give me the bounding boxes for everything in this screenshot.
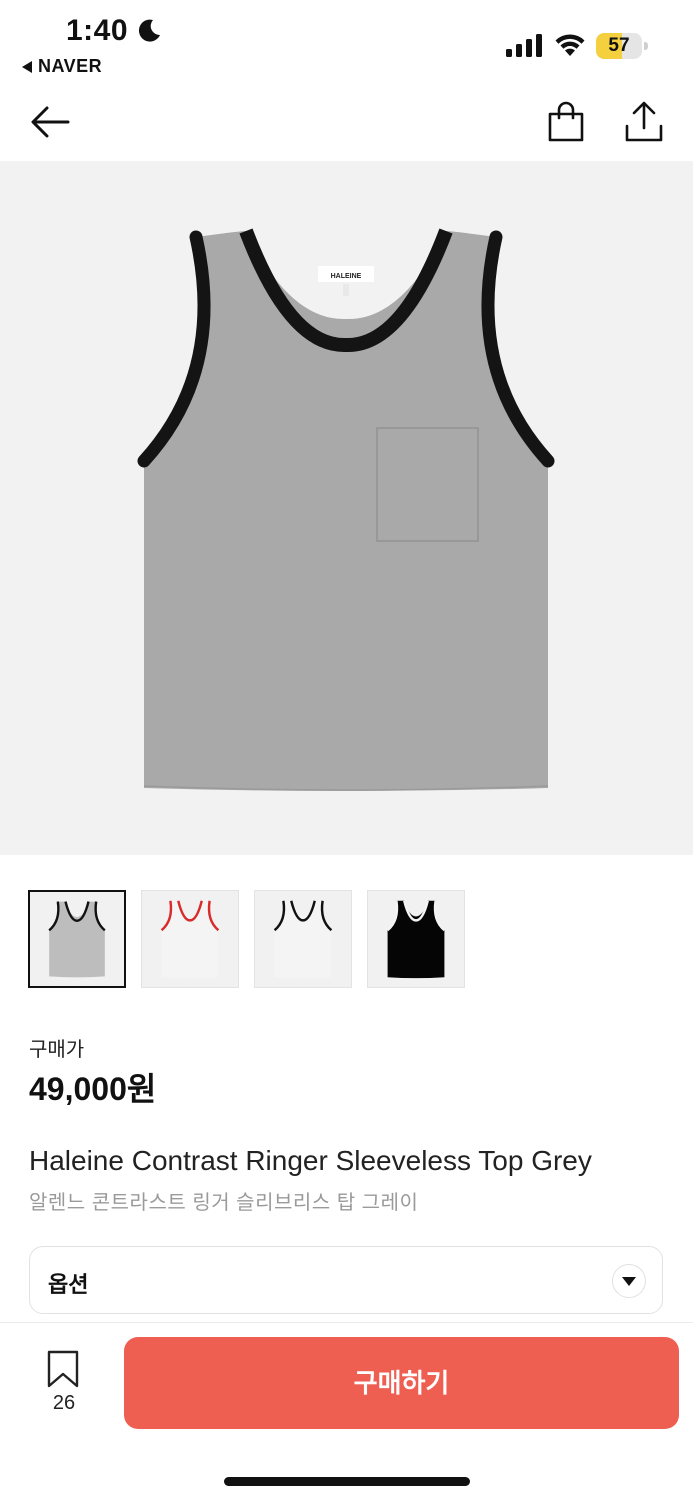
product-image[interactable]: HALEINE [0, 161, 693, 855]
price-value: 49,000원 [29, 1071, 157, 1107]
buy-button[interactable]: 구매하기 [124, 1337, 679, 1429]
product-title: Haleine Contrast Ringer Sleeveless Top G… [29, 1145, 592, 1176]
battery-percent: 57 [608, 35, 630, 56]
product-subtitle: 알렌느 콘트라스트 링거 슬리브리스 탑 그레이 [29, 1192, 419, 1214]
home-indicator [224, 1477, 470, 1486]
back-to-app-link[interactable]: NAVER [22, 56, 102, 77]
thumbnail-white-black[interactable] [254, 890, 352, 988]
status-bar: 1:40 NAVER 57 [0, 0, 693, 84]
price-label: 구매가 [29, 1039, 85, 1061]
back-app-label: NAVER [38, 56, 103, 76]
thumbnail-image [386, 900, 446, 979]
option-label: 옵션 [48, 1272, 89, 1297]
battery-body: 57 [596, 33, 642, 59]
cellular-signal-icon [506, 34, 542, 57]
thumbnail-grey[interactable] [28, 890, 126, 988]
option-select[interactable]: 옵션 [29, 1246, 663, 1314]
bookmark-button[interactable]: 26 [36, 1350, 92, 1416]
battery-cap [644, 42, 648, 50]
bookmark-icon [47, 1350, 79, 1388]
chevron-down-icon[interactable] [612, 1264, 646, 1298]
thumbnail-black[interactable] [367, 890, 465, 988]
battery-indicator: 57 [596, 33, 648, 59]
share-icon[interactable] [622, 100, 666, 144]
thumbnail-image [160, 900, 220, 979]
status-time: 1:40 [66, 14, 129, 47]
product-detail-page: 1:40 NAVER 57 HALEINE 구매가 49,000원 Halein… [0, 0, 693, 1500]
tank-top-illustration: HALEINE [137, 228, 555, 791]
moon-icon [138, 19, 160, 42]
arrow-left-icon[interactable] [28, 100, 72, 144]
thumbnail-image [273, 900, 333, 979]
thumbnail-image [48, 901, 106, 978]
back-triangle-icon [22, 60, 32, 73]
shopping-bag-icon[interactable] [544, 100, 588, 144]
bookmark-count: 26 [52, 1392, 76, 1414]
thumbnail-white-red[interactable] [141, 890, 239, 988]
color-thumbnails [28, 890, 465, 988]
bottom-action-bar: 26 구매하기 [0, 1322, 693, 1500]
neck-label-text: HALEINE [331, 273, 362, 280]
wifi-icon [555, 34, 585, 56]
